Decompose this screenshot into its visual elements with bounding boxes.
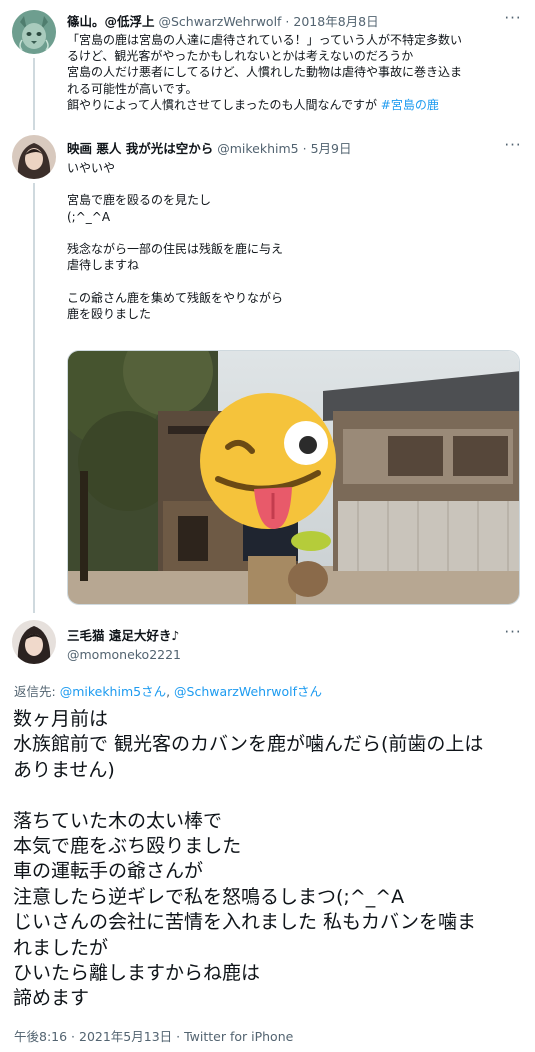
user-handle[interactable]: @SchwarzWehrwolf [159,14,282,29]
display-name[interactable]: 篠山。@低浮上 [67,14,155,29]
user-handle[interactable]: @momoneko2221 [67,647,181,662]
reply-mention-1[interactable]: @mikekhim5さん [60,684,166,699]
tweet3-header: 三毛猫 遠足大好き♪ @momoneko2221 [67,625,181,662]
tweet-photo[interactable] [67,350,520,605]
tweet1-line-3: 宮島の人だけ悪者にしてるけど、人慣れした動物は虐待や事故に巻き込ま [67,65,463,80]
more-horizontal-icon[interactable]: ··· [501,137,525,153]
more-horizontal-icon[interactable]: ··· [501,10,525,26]
tweet1-line-5: 餌やりによって人慣れさせてしまったのも人間なんですが #宮島の鹿 [67,97,527,113]
avatar-mikekhim5[interactable] [12,135,56,179]
display-name[interactable]: 映画 悪人 我が光は空から [67,141,213,156]
tweet1-text: 「宮島の鹿は宮島の人達に虐待されている！」っていう人が不特定多数い るけど、観光… [67,32,527,113]
tweet1-line-4: れる可能性が高いです。 [67,81,198,96]
woman-avatar-image [12,620,56,664]
reply-separator: , [166,684,175,699]
thread-line [33,183,35,613]
tweet3-text: 数ヶ月前は 水族館前で 観光客のカバンを鹿が噛んだら(前歯の上は ありません) … [13,708,484,1010]
more-horizontal-icon[interactable]: ··· [501,624,525,640]
timestamp[interactable]: 2018年8月8日 [293,14,378,29]
wolf-avatar-image [12,10,56,54]
tweet1-header: 篠山。@低浮上 @SchwarzWehrwolf · 2018年8月8日 [67,11,379,30]
separator: · [285,14,290,29]
tweet-meta[interactable]: 午後8:16 · 2021年5月13日 · Twitter for iPhone [14,1026,293,1045]
reply-prefix: 返信先: [14,684,60,699]
tweet2-header: 映画 悪人 我が光は空から @mikekhim5 · 5月9日 [67,138,351,157]
tweet1-line-1: 「宮島の鹿は宮島の人達に虐待されている！」っていう人が不特定多数い [67,33,463,47]
avatar-momoneko2221[interactable] [12,620,56,664]
separator: · [302,141,307,156]
reply-mention-2[interactable]: @SchwarzWehrwolfさん [174,684,322,699]
tweet1-last-line: 餌やりによって人慣れさせてしまったのも人間なんですが [67,97,381,112]
thread-line [33,58,35,130]
tweet1-line-2: るけど、観光客がやったかもしれないとかは考えないのだろうか [67,49,414,64]
timestamp[interactable]: 5月9日 [311,141,352,156]
winking-tongue-emoji [200,393,336,529]
avatar-schwarzwehrwolf[interactable] [12,10,56,54]
tweet2-text: いやいや 宮島で鹿を殴るのを見たし (;^_^A 残念ながら一部の住民は残飯を鹿… [67,161,284,321]
street-photo-image [68,351,519,604]
hashtag-link[interactable]: #宮島の鹿 [381,98,439,112]
display-name[interactable]: 三毛猫 遠足大好き♪ [67,625,181,644]
woman-avatar-image [12,135,56,179]
reply-to-line: 返信先: @mikekhim5さん, @SchwarzWehrwolfさん [14,681,322,700]
user-handle[interactable]: @mikekhim5 [217,141,298,156]
